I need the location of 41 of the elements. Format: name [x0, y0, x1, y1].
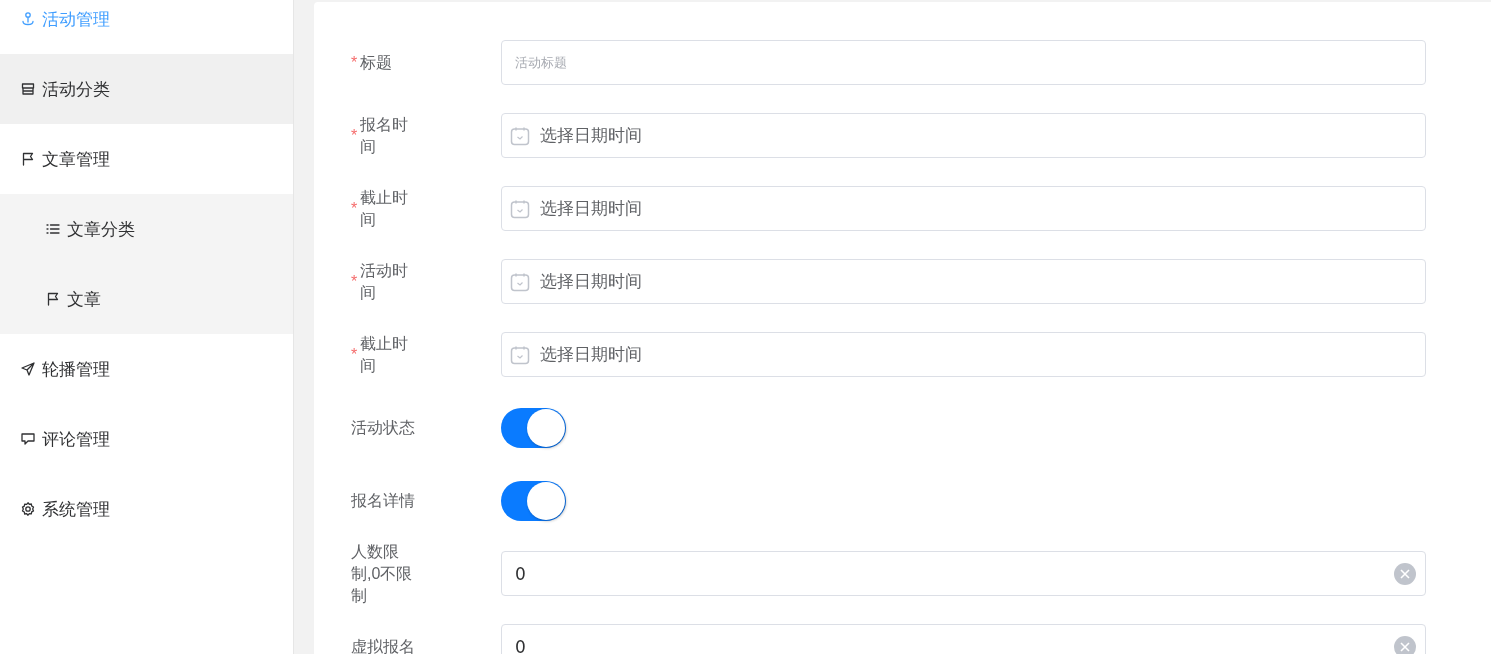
required-asterisk: *	[351, 52, 359, 73]
required-asterisk: *	[351, 125, 359, 146]
field-label: 虚拟报名	[351, 636, 416, 654]
menu-item[interactable]: 文章管理	[0, 124, 293, 194]
flag-icon	[20, 151, 36, 167]
date-picker[interactable]: 选择日期时间	[501, 113, 1426, 158]
list-icon	[45, 221, 61, 237]
pin-icon	[20, 11, 36, 27]
menu-item[interactable]: 轮播管理	[0, 334, 293, 404]
submenu-item[interactable]: 文章分类	[0, 194, 293, 264]
toggle-switch[interactable]	[501, 480, 566, 521]
field-label: 截止时间	[360, 187, 409, 230]
calendar-icon	[510, 125, 530, 146]
required-asterisk: *	[351, 198, 359, 219]
submenu-item[interactable]: 文章	[0, 264, 293, 334]
field-label: 活动状态	[351, 417, 416, 438]
flag-icon	[45, 291, 61, 307]
field-label: 报名详情	[351, 490, 416, 511]
field-label: 报名时间	[360, 114, 409, 157]
field-label: 人数限制,0不限制	[351, 541, 414, 606]
field-label: 标题	[360, 52, 393, 73]
toggle-switch[interactable]	[501, 407, 566, 448]
required-asterisk: *	[351, 344, 359, 365]
date-picker[interactable]: 选择日期时间	[501, 186, 1426, 231]
field-label: 活动时间	[360, 260, 409, 303]
paper-plane-icon	[20, 361, 36, 377]
menu-item[interactable]: 活动分类	[0, 54, 293, 124]
calendar-icon	[510, 344, 530, 365]
date-picker[interactable]: 选择日期时间	[501, 332, 1426, 377]
calendar-icon	[510, 198, 530, 219]
number-input[interactable]: 0	[501, 624, 1426, 654]
required-asterisk: *	[351, 271, 359, 292]
field-label: 截止时间	[360, 333, 409, 376]
number-input[interactable]: 0	[501, 551, 1426, 596]
menu-item[interactable]: 系统管理	[0, 474, 293, 544]
title-input[interactable]: 活动标题	[501, 40, 1426, 85]
date-picker[interactable]: 选择日期时间	[501, 259, 1426, 304]
chat-icon	[20, 431, 36, 447]
menu-item[interactable]: 评论管理	[0, 404, 293, 474]
gear-icon	[20, 501, 36, 517]
calendar-icon	[510, 271, 530, 292]
